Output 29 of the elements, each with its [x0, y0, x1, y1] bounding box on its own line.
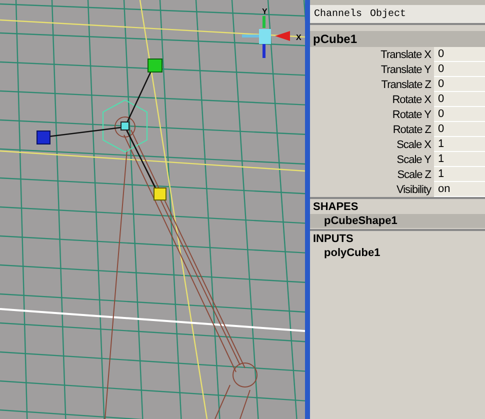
channel-name[interactable]: Rotate Y: [310, 108, 434, 120]
channel-name[interactable]: Translate Z: [310, 78, 434, 90]
channel-value-field[interactable]: on: [434, 182, 485, 197]
channel-value-field[interactable]: 1: [434, 137, 485, 152]
node-item[interactable]: pCubeShape1: [310, 214, 485, 228]
channel-value-field[interactable]: 0: [434, 77, 485, 92]
channel-name[interactable]: Rotate X: [310, 94, 434, 106]
view-axis-icon: [242, 16, 290, 58]
node-item[interactable]: polyCube1: [310, 246, 485, 260]
channel-name[interactable]: Rotate Z: [310, 124, 434, 136]
channel-value-field[interactable]: 1: [434, 152, 485, 167]
channel-name[interactable]: Scale Z: [310, 168, 434, 180]
channel-value-field[interactable]: 1: [434, 167, 485, 182]
axis-label: X: [296, 33, 302, 42]
channel-name[interactable]: Visibility: [310, 184, 434, 196]
channel-value-field[interactable]: 0: [434, 62, 485, 77]
channel-name[interactable]: Scale Y: [310, 154, 434, 166]
channel-name[interactable]: Scale X: [310, 138, 434, 150]
channel-value-field[interactable]: 0: [434, 92, 485, 107]
channel-value-field[interactable]: 0: [434, 47, 485, 62]
axis-label: Y: [262, 7, 268, 16]
menu-item[interactable]: Object: [370, 8, 406, 20]
section-header: INPUTS: [310, 229, 485, 245]
node-name[interactable]: pCube1: [310, 31, 485, 47]
channel-name[interactable]: Translate Y: [310, 64, 434, 76]
channel-name[interactable]: Translate X: [310, 48, 434, 60]
channel-value-field[interactable]: 0: [434, 122, 485, 137]
menu-item[interactable]: Channels: [314, 8, 362, 20]
channel-value-field[interactable]: 0: [434, 107, 485, 122]
